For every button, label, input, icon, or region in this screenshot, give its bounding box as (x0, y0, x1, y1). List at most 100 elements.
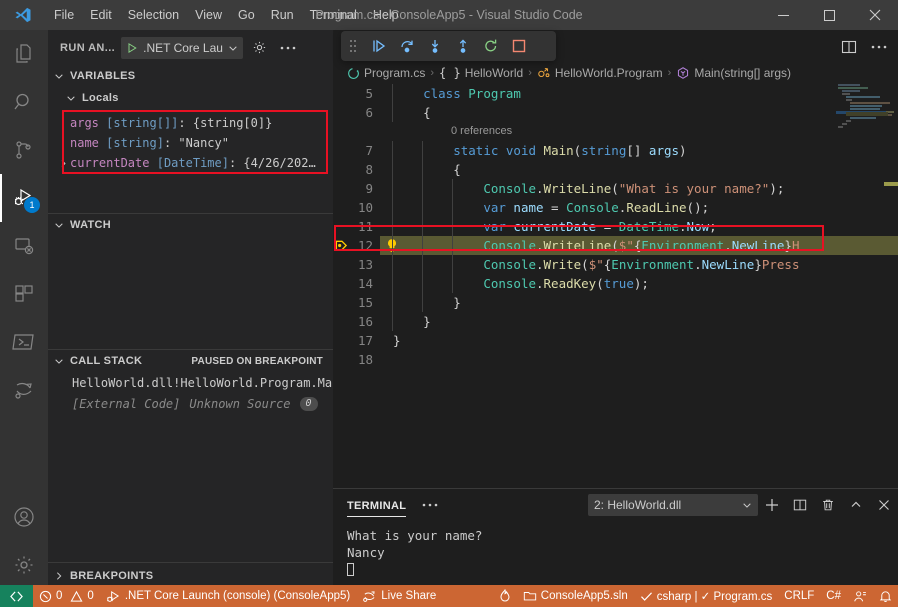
variable-row[interactable]: name [string] : "Nancy" (48, 133, 333, 153)
status-eol[interactable]: CRLF (778, 585, 820, 607)
editor-more-actions-button[interactable] (864, 33, 894, 61)
activity-item-accounts[interactable] (0, 493, 48, 541)
status-omnisharp[interactable]: csharp | ✓ Program.cs (634, 585, 779, 607)
breadcrumb-item-namespace[interactable]: { } HelloWorld (439, 66, 523, 80)
maximize-button[interactable] (806, 0, 852, 30)
menu-edit[interactable]: Edit (82, 0, 120, 30)
kill-terminal-button[interactable] (814, 491, 842, 519)
status-debug-launch-config[interactable]: .NET Core Launch (console) (ConsoleApp5) (100, 585, 356, 607)
activity-item-manage[interactable] (0, 541, 48, 589)
class-icon (537, 66, 551, 80)
sidebar-more-actions-button[interactable] (277, 37, 299, 59)
menu-go[interactable]: Go (230, 0, 263, 30)
code-editor[interactable]: 5 class Program6 {0 references7 static v… (333, 84, 898, 514)
line-number: 10 (333, 198, 373, 217)
code-text: var currentDate = DateTime.Now; (393, 217, 717, 236)
code-text: Console.Write($"{Environment.NewLine}Pre… (393, 255, 799, 274)
variable-row[interactable]: args [string[]] : {string[0]} (48, 113, 333, 133)
split-terminal-button[interactable] (786, 491, 814, 519)
close-icon (878, 499, 890, 511)
call-stack-frame[interactable]: HelloWorld.dll!HelloWorld.Program.Ma (48, 372, 333, 393)
menu-terminal[interactable]: Terminal (302, 0, 365, 30)
chevron-right-icon[interactable] (56, 159, 70, 168)
breadcrumb-separator: › (528, 67, 532, 79)
breadcrumb-item-method[interactable]: Main(string[] args) (676, 66, 791, 80)
activity-item-run-and-debug[interactable]: 1 (0, 174, 48, 222)
section-variables[interactable]: VARIABLES (48, 65, 333, 87)
menu-run[interactable]: Run (263, 0, 302, 30)
terminal-output[interactable]: What is your name? Nancy (333, 521, 898, 578)
activity-item-source-control[interactable] (0, 126, 48, 174)
terminal-line: What is your name? (347, 527, 898, 544)
stop-button[interactable] (505, 31, 533, 61)
panel-more-actions-button[interactable] (422, 503, 444, 507)
terminal-select[interactable]: 2: HelloWorld.dll (588, 494, 758, 516)
section-locals[interactable]: Locals (48, 87, 333, 109)
variable-type: [string[]] (106, 116, 178, 130)
split-editor-icon (841, 39, 857, 55)
launch-configuration-select[interactable]: .NET Core Lau (121, 37, 243, 59)
status-language-mode[interactable]: C# (820, 585, 847, 607)
activity-item-remote-explorer[interactable] (0, 222, 48, 270)
status-remote-indicator[interactable] (0, 585, 33, 607)
status-solution[interactable]: ConsoleApp5.sln (517, 585, 634, 607)
section-watch[interactable]: WATCH (48, 214, 333, 236)
open-launchjson-button[interactable] (249, 37, 271, 59)
chevron-down-icon (52, 220, 66, 230)
step-out-button[interactable] (449, 31, 477, 61)
status-notifications[interactable] (873, 585, 898, 607)
split-editor-button[interactable] (834, 33, 864, 61)
line-number: 14 (333, 274, 373, 293)
tab-terminal[interactable]: TERMINAL (347, 489, 406, 521)
close-panel-button[interactable] (870, 491, 898, 519)
close-button[interactable] (852, 0, 898, 30)
menu-view[interactable]: View (187, 0, 230, 30)
status-feedback[interactable] (847, 585, 873, 607)
step-into-button[interactable] (421, 31, 449, 61)
call-stack-list: HelloWorld.dll!HelloWorld.Program.Ma [Ex… (48, 372, 333, 414)
restart-button[interactable] (477, 31, 505, 61)
breadcrumb-separator: › (668, 67, 672, 79)
variable-row[interactable]: currentDate [DateTime] : {4/26/202… (48, 153, 333, 173)
menu-help[interactable]: Help (365, 0, 407, 30)
status-live-share[interactable]: Live Share (356, 585, 442, 607)
breadcrumb-item-file[interactable]: Program.cs (347, 66, 425, 80)
code-line: 10 var name = Console.ReadLine(); (333, 198, 898, 217)
line-number: 6 (333, 103, 373, 122)
minimap[interactable] (836, 84, 890, 514)
maximize-panel-button[interactable] (842, 491, 870, 519)
csharp-file-icon (347, 67, 360, 80)
chevron-down-icon (228, 43, 238, 53)
activity-item-extensions[interactable] (0, 270, 48, 318)
section-call-stack[interactable]: CALL STACK PAUSED ON BREAKPOINT (48, 350, 333, 372)
continue-button[interactable] (365, 31, 393, 61)
breadcrumb-item-class[interactable]: HelloWorld.Program (537, 66, 663, 80)
line-number: 13 (333, 255, 373, 274)
code-line: 18 (333, 350, 898, 369)
breadcrumb-label: HelloWorld (465, 66, 523, 80)
terminal-line: Nancy (347, 544, 898, 561)
live-share-icon (362, 590, 377, 603)
activity-item-explorer[interactable] (0, 30, 48, 78)
code-lines: 5 class Program6 {0 references7 static v… (333, 84, 898, 369)
minimize-button[interactable] (760, 0, 806, 30)
activity-item-live-share[interactable] (0, 366, 48, 414)
status-hot-reload[interactable] (493, 585, 517, 607)
breadcrumb-label: Program.cs (364, 66, 425, 80)
drag-handle-icon[interactable] (341, 31, 365, 61)
section-watch-label: WATCH (70, 219, 111, 231)
activity-item-search[interactable] (0, 78, 48, 126)
new-terminal-button[interactable] (758, 491, 786, 519)
step-over-button[interactable] (393, 31, 421, 61)
menu-file[interactable]: File (46, 0, 82, 30)
code-line: 15 } (333, 293, 898, 312)
code-text: } (393, 293, 461, 312)
call-stack-frame[interactable]: [External Code] Unknown Source 0 (48, 393, 333, 414)
codelens-references[interactable]: 0 references (333, 122, 898, 141)
status-problems[interactable]: 0 0 (33, 585, 100, 607)
editor-scrollbar[interactable] (884, 84, 898, 514)
folder-icon (523, 590, 537, 602)
remote-indicator-icon (9, 590, 24, 603)
activity-item-terminal-explorer[interactable] (0, 318, 48, 366)
menu-selection[interactable]: Selection (120, 0, 187, 30)
